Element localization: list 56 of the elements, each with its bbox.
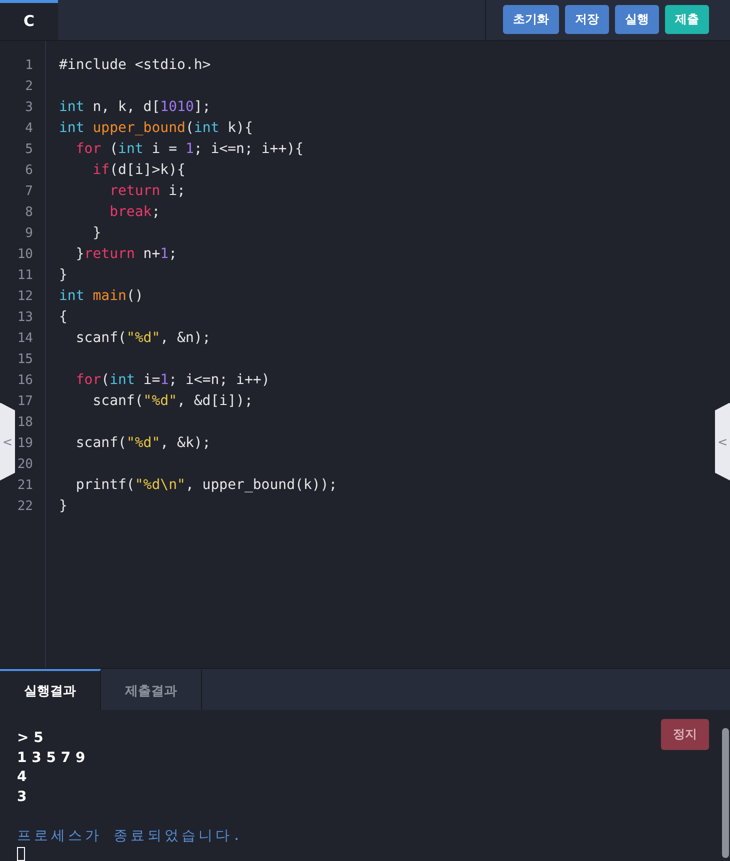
line-number: 5	[25, 140, 33, 159]
toolbar-button[interactable]: 제출	[665, 5, 709, 34]
code-line: int main()	[59, 288, 144, 304]
line-number: 2	[25, 78, 33, 96]
line-number: 8	[25, 204, 33, 222]
code-line: printf("%d\n", upper_bound(k));	[74, 476, 338, 493]
code-line: for (int i = 1; i<=n; i++){	[74, 140, 304, 157]
toolbar-button[interactable]: 저장	[565, 5, 609, 34]
code-line: }	[59, 266, 68, 283]
code-line: return i;	[108, 182, 186, 199]
output-line: 4	[17, 768, 27, 787]
output-line: 3	[17, 788, 27, 806]
line-number: 17	[17, 392, 33, 411]
line-number: 20	[17, 456, 33, 474]
panel-toggle-handle[interactable]: <	[715, 402, 730, 481]
line-number: 18	[17, 414, 33, 432]
line-number: 10	[17, 246, 33, 264]
line-number: 6	[25, 162, 33, 180]
line-number: 3	[25, 98, 33, 117]
code-line: scanf("%d", &k);	[74, 434, 211, 451]
code-line: for(int i=1; i<=n; i++)	[74, 372, 270, 388]
output-line: 1 3 5 7 9	[17, 748, 86, 768]
code-line: }	[92, 224, 102, 241]
code-line: {	[59, 308, 68, 325]
code-line: int upper_bound(int k){	[59, 120, 253, 136]
code-line: }	[59, 498, 68, 514]
line-number: 12	[17, 288, 33, 306]
line-number: 22	[17, 498, 33, 516]
status-message: 프로세스가 종료되었습니다.	[17, 827, 245, 846]
code-line: #include <stdio.h>	[59, 56, 211, 73]
result-tab[interactable]: 실행결과	[0, 669, 101, 710]
terminal-cursor	[17, 847, 25, 861]
line-number: 15	[17, 350, 33, 369]
language-tab[interactable]: C	[0, 0, 58, 40]
line-number: 9	[25, 224, 33, 243]
toolbar-button[interactable]: 실행	[615, 5, 659, 34]
code-line: scanf("%d", &d[i]);	[92, 392, 253, 409]
toolbar-button[interactable]: 초기화	[503, 5, 559, 34]
line-number: 11	[17, 266, 33, 285]
line-number: 14	[17, 330, 33, 348]
line-number: 7	[25, 182, 33, 201]
code-line: int n, k, d[1010];	[59, 98, 211, 115]
line-number: 16	[17, 372, 33, 390]
code-line: scanf("%d", &n);	[74, 330, 211, 346]
line-number: 19	[17, 434, 33, 453]
line-number: 21	[17, 476, 33, 495]
output-line: > 5	[17, 729, 44, 748]
code-line: }return n+1;	[74, 246, 178, 262]
panel-toggle-handle[interactable]: <	[0, 402, 15, 481]
scrollbar[interactable]	[722, 728, 729, 858]
line-number: 1	[25, 56, 33, 75]
code-line: if(d[i]>k){	[92, 162, 186, 178]
line-number: 4	[25, 120, 33, 138]
result-tab[interactable]: 제출결과	[101, 669, 202, 710]
line-number: 13	[17, 308, 33, 327]
code-line: break;	[108, 204, 160, 220]
